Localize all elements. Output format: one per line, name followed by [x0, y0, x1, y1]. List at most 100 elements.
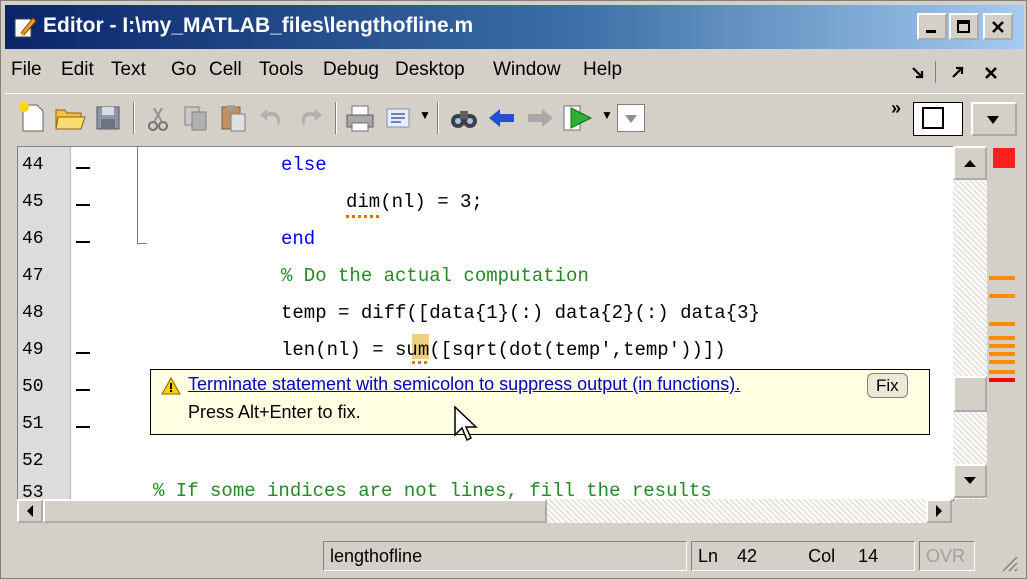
close-document-icon[interactable] [983, 65, 999, 81]
warning-marker[interactable] [989, 336, 1015, 340]
toolbar-separator [133, 102, 135, 134]
menu-desktop[interactable]: Desktop [395, 59, 465, 81]
line-number: 49 [22, 340, 44, 360]
layout-box[interactable] [913, 102, 963, 136]
maximize-button[interactable] [949, 13, 979, 40]
code-line: % Do the actual computation [281, 265, 589, 287]
warning-marker[interactable] [989, 276, 1015, 280]
breakpoint-column[interactable] [71, 147, 119, 500]
breakpoint-marker[interactable] [76, 389, 90, 391]
warning-marker[interactable] [989, 294, 1015, 298]
paste-icon[interactable] [217, 101, 251, 135]
mouse-pointer-icon [454, 405, 478, 442]
forward-icon[interactable] [523, 101, 557, 135]
maximize-icon [957, 19, 970, 33]
run-dropdown-icon[interactable]: ▼ [601, 108, 613, 122]
warning-marker[interactable] [989, 344, 1015, 348]
vertical-scrollbar[interactable] [953, 146, 987, 499]
status-position: Ln 42 Col 14 [691, 541, 915, 571]
warning-squiggle [346, 215, 380, 218]
find-files-dropdown-icon[interactable]: ▼ [419, 108, 431, 122]
toolbar-overflow-icon[interactable]: » [891, 98, 901, 119]
menu-window[interactable]: Window [493, 59, 561, 81]
menu-file[interactable]: File [11, 59, 42, 81]
title-bar[interactable]: Editor - I:\my_MATLAB_files\lengthofline… [5, 5, 1024, 49]
undo-icon[interactable] [255, 101, 289, 135]
menu-tools[interactable]: Tools [259, 59, 303, 81]
breakpoint-marker[interactable] [76, 241, 90, 243]
copy-icon[interactable] [179, 101, 213, 135]
menu-text[interactable]: Text [111, 59, 146, 81]
open-folder-icon[interactable] [53, 101, 87, 135]
find-icon[interactable] [447, 101, 481, 135]
fix-button[interactable]: Fix [867, 373, 908, 398]
column-label: Col [808, 546, 836, 566]
scroll-left-button[interactable] [17, 499, 43, 523]
scroll-thumb[interactable] [953, 376, 987, 412]
overwrite-mode: OVR [919, 541, 975, 571]
horizontal-scrollbar[interactable] [17, 499, 952, 523]
stack-dropdown[interactable] [617, 104, 645, 132]
fix-hint: Press Alt+Enter to fix. [188, 402, 361, 422]
menu-help[interactable]: Help [583, 59, 622, 81]
code-line: dim(nl) = 3; [346, 191, 483, 213]
warning-marker[interactable] [989, 370, 1015, 374]
warning-message-link[interactable]: Terminate statement with semicolon to su… [188, 374, 740, 395]
cut-icon[interactable] [141, 101, 175, 135]
line-number: 44 [22, 155, 44, 175]
warning-marker[interactable] [989, 352, 1015, 356]
menu-go[interactable]: Go [171, 59, 196, 81]
error-status-indicator[interactable] [993, 148, 1015, 168]
menu-cell[interactable]: Cell [209, 59, 242, 81]
message-indicator-bar [989, 146, 1023, 541]
line-number: 45 [22, 192, 44, 212]
find-files-icon[interactable] [381, 101, 415, 135]
minimize-button[interactable] [917, 13, 947, 40]
warning-marker[interactable] [989, 322, 1015, 326]
code-editor[interactable]: 44 45 46 47 48 49 50 51 52 53 else dim(n… [17, 146, 954, 501]
status-filename: lengthofline [323, 541, 687, 571]
save-icon[interactable] [91, 101, 125, 135]
breakpoint-marker[interactable] [76, 426, 90, 428]
chevron-left-icon [27, 505, 33, 517]
redo-icon[interactable] [293, 101, 327, 135]
scroll-right-button[interactable] [926, 499, 952, 523]
close-icon [992, 20, 1004, 33]
line-number: 50 [22, 377, 44, 397]
error-marker[interactable] [989, 378, 1015, 382]
breakpoint-marker[interactable] [76, 167, 90, 169]
dock-icon[interactable] [910, 65, 926, 81]
breakpoint-marker[interactable] [76, 352, 90, 354]
menu-edit[interactable]: Edit [61, 59, 94, 81]
code-fold-guide [137, 147, 138, 243]
line-number: 48 [22, 303, 44, 323]
editor-window: Editor - I:\my_MATLAB_files\lengthofline… [0, 0, 1027, 579]
scroll-down-button[interactable] [953, 464, 987, 498]
layout-icon [922, 107, 944, 129]
run-icon[interactable] [561, 101, 595, 135]
warning-squiggle [412, 361, 428, 364]
chevron-down-icon [987, 116, 999, 124]
resize-grip-icon[interactable] [999, 553, 1019, 573]
code-line: % If some indices are not lines, fill th… [153, 480, 712, 501]
column-value: 14 [858, 546, 879, 566]
breakpoint-marker[interactable] [76, 204, 90, 206]
back-icon[interactable] [485, 101, 519, 135]
undock-icon[interactable] [949, 65, 965, 81]
scroll-up-button[interactable] [953, 146, 987, 180]
code-line: end [281, 228, 316, 250]
close-button[interactable] [983, 13, 1013, 40]
print-icon[interactable] [343, 101, 377, 135]
warning-marker[interactable] [989, 360, 1015, 364]
minimize-icon [926, 29, 936, 33]
toolbar-separator [335, 102, 337, 134]
layout-dropdown-button[interactable] [971, 102, 1017, 136]
line-number: 47 [22, 266, 44, 286]
horizontal-scroll-thumb[interactable] [43, 499, 547, 523]
line-label: Ln [698, 546, 719, 566]
new-file-icon[interactable] [15, 101, 49, 135]
code-fold-end [137, 243, 147, 244]
menu-debug[interactable]: Debug [323, 59, 379, 81]
line-number: 46 [22, 229, 44, 249]
status-bar: lengthofline Ln 42 Col 14 OVR [5, 531, 1024, 577]
